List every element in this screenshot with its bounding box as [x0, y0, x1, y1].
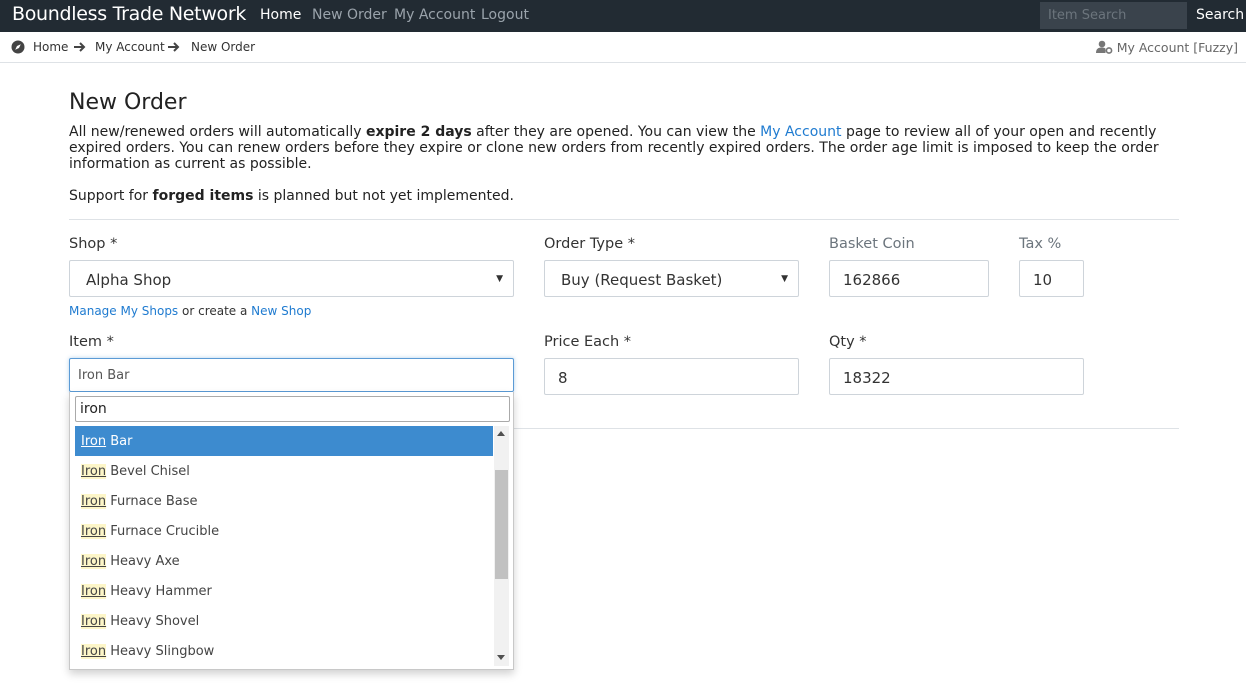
breadcrumb: Home My Account New Order My Account [Fu… [0, 32, 1246, 63]
option-match-text: Iron [81, 434, 107, 449]
new-shop-link[interactable]: New Shop [251, 304, 311, 318]
basket-coin-label: Basket Coin [829, 236, 915, 252]
nav-logout[interactable]: Logout [481, 7, 529, 23]
option-rest-text: Heavy Axe [106, 554, 180, 569]
order-type-select-value: Buy (Request Basket) [561, 271, 723, 289]
option-rest-text: Heavy Shovel [106, 614, 200, 629]
caret-down-icon: ▼ [496, 274, 503, 284]
account-link-label: My Account [Fuzzy] [1116, 40, 1238, 55]
support-text: Support for forged items is planned but … [69, 188, 514, 204]
scroll-up-icon[interactable] [497, 431, 505, 436]
price-each-input[interactable]: 8 [544, 358, 799, 395]
scroll-down-icon[interactable] [497, 655, 505, 660]
breadcrumb-new-order: New Order [191, 40, 256, 54]
account-link[interactable]: My Account [Fuzzy] [1095, 40, 1238, 55]
order-type-label: Order Type * [544, 236, 635, 252]
shop-select[interactable]: Alpha Shop ▼ [69, 260, 514, 297]
caret-down-icon: ▼ [781, 274, 788, 284]
item-select[interactable]: Iron Bar [69, 358, 514, 392]
dropdown-scrollbar[interactable] [494, 426, 509, 666]
dropdown-option[interactable]: Iron Furnace Crucible [75, 516, 493, 546]
dropdown-options: Iron Bar Iron Bevel Chisel Iron Furnace … [75, 426, 493, 666]
nav-my-account[interactable]: My Account [394, 7, 475, 23]
dropdown-search-input[interactable] [75, 396, 510, 422]
shop-select-value: Alpha Shop [86, 271, 172, 289]
shop-links-text: or create a [178, 304, 252, 318]
intro-text-part: after they are opened. You can view the [471, 124, 761, 140]
breadcrumb-home[interactable]: Home [33, 40, 68, 54]
qty-input[interactable]: 18322 [829, 358, 1084, 395]
arrow-right-icon [168, 42, 180, 52]
dropdown-option[interactable]: Iron Heavy Slingbow [75, 636, 493, 666]
option-rest-text: Furnace Base [106, 494, 198, 509]
dropdown-option[interactable]: Iron Heavy Axe [75, 546, 493, 576]
arrow-right-icon [74, 42, 86, 52]
option-rest-text: Heavy Slingbow [106, 644, 215, 659]
intro-expire-bold: expire 2 days [365, 124, 472, 140]
support-text-part: Support for [69, 188, 153, 204]
option-rest-text: Heavy Hammer [106, 584, 212, 599]
intro-text-part: All new/renewed orders will automaticall… [69, 124, 366, 140]
support-forged-bold: forged items [152, 188, 254, 204]
breadcrumb-my-account[interactable]: My Account [95, 40, 165, 54]
tax-field: 10 [1019, 260, 1084, 297]
option-match-text: Iron [81, 464, 107, 479]
option-rest-text: Bar [106, 434, 133, 449]
option-rest-text: Bevel Chisel [106, 464, 190, 479]
scrollbar-thumb[interactable] [495, 470, 508, 579]
basket-coin-field: 162866 [829, 260, 989, 297]
option-match-text: Iron [81, 584, 107, 599]
option-match-text: Iron [81, 524, 107, 539]
divider [69, 219, 1179, 220]
nav-home[interactable]: Home [260, 7, 301, 23]
option-match-text: Iron [81, 554, 107, 569]
dropdown-option[interactable]: Iron Furnace Base [75, 486, 493, 516]
order-type-select[interactable]: Buy (Request Basket) ▼ [544, 260, 799, 297]
shop-label: Shop * [69, 236, 118, 252]
option-match-text: Iron [81, 614, 107, 629]
qty-label: Qty * [829, 334, 867, 350]
page-title: New Order [69, 90, 187, 115]
option-match-text: Iron [81, 494, 107, 509]
item-search-input[interactable] [1040, 2, 1187, 29]
price-each-label: Price Each * [544, 334, 632, 350]
dropdown-option[interactable]: Iron Heavy Shovel [75, 606, 493, 636]
brand-title[interactable]: Boundless Trade Network [12, 3, 246, 25]
option-rest-text: Furnace Crucible [106, 524, 220, 539]
dropdown-option[interactable]: Iron Bar [75, 426, 493, 456]
shop-links: Manage My Shops or create a New Shop [69, 304, 311, 318]
option-match-text: Iron [81, 644, 107, 659]
top-navbar: Boundless Trade Network Home New Order M… [0, 0, 1246, 32]
compass-icon [11, 40, 25, 54]
item-select-value: Iron Bar [78, 368, 130, 383]
manage-shops-link[interactable]: Manage My Shops [69, 304, 178, 318]
item-dropdown: Iron Bar Iron Bevel Chisel Iron Furnace … [69, 392, 514, 670]
dropdown-option[interactable]: Iron Heavy Hammer [75, 576, 493, 606]
item-label: Item * [69, 334, 114, 350]
intro-text: All new/renewed orders will automaticall… [69, 124, 1179, 172]
intro-my-account-link[interactable]: My Account [760, 124, 841, 140]
nav-new-order[interactable]: New Order [312, 7, 387, 23]
tax-label: Tax % [1019, 236, 1062, 252]
support-text-part: is planned but not yet implemented. [253, 188, 514, 204]
dropdown-option[interactable]: Iron Bevel Chisel [75, 456, 493, 486]
search-button[interactable]: Search [1196, 7, 1244, 23]
user-cog-icon [1095, 40, 1113, 54]
